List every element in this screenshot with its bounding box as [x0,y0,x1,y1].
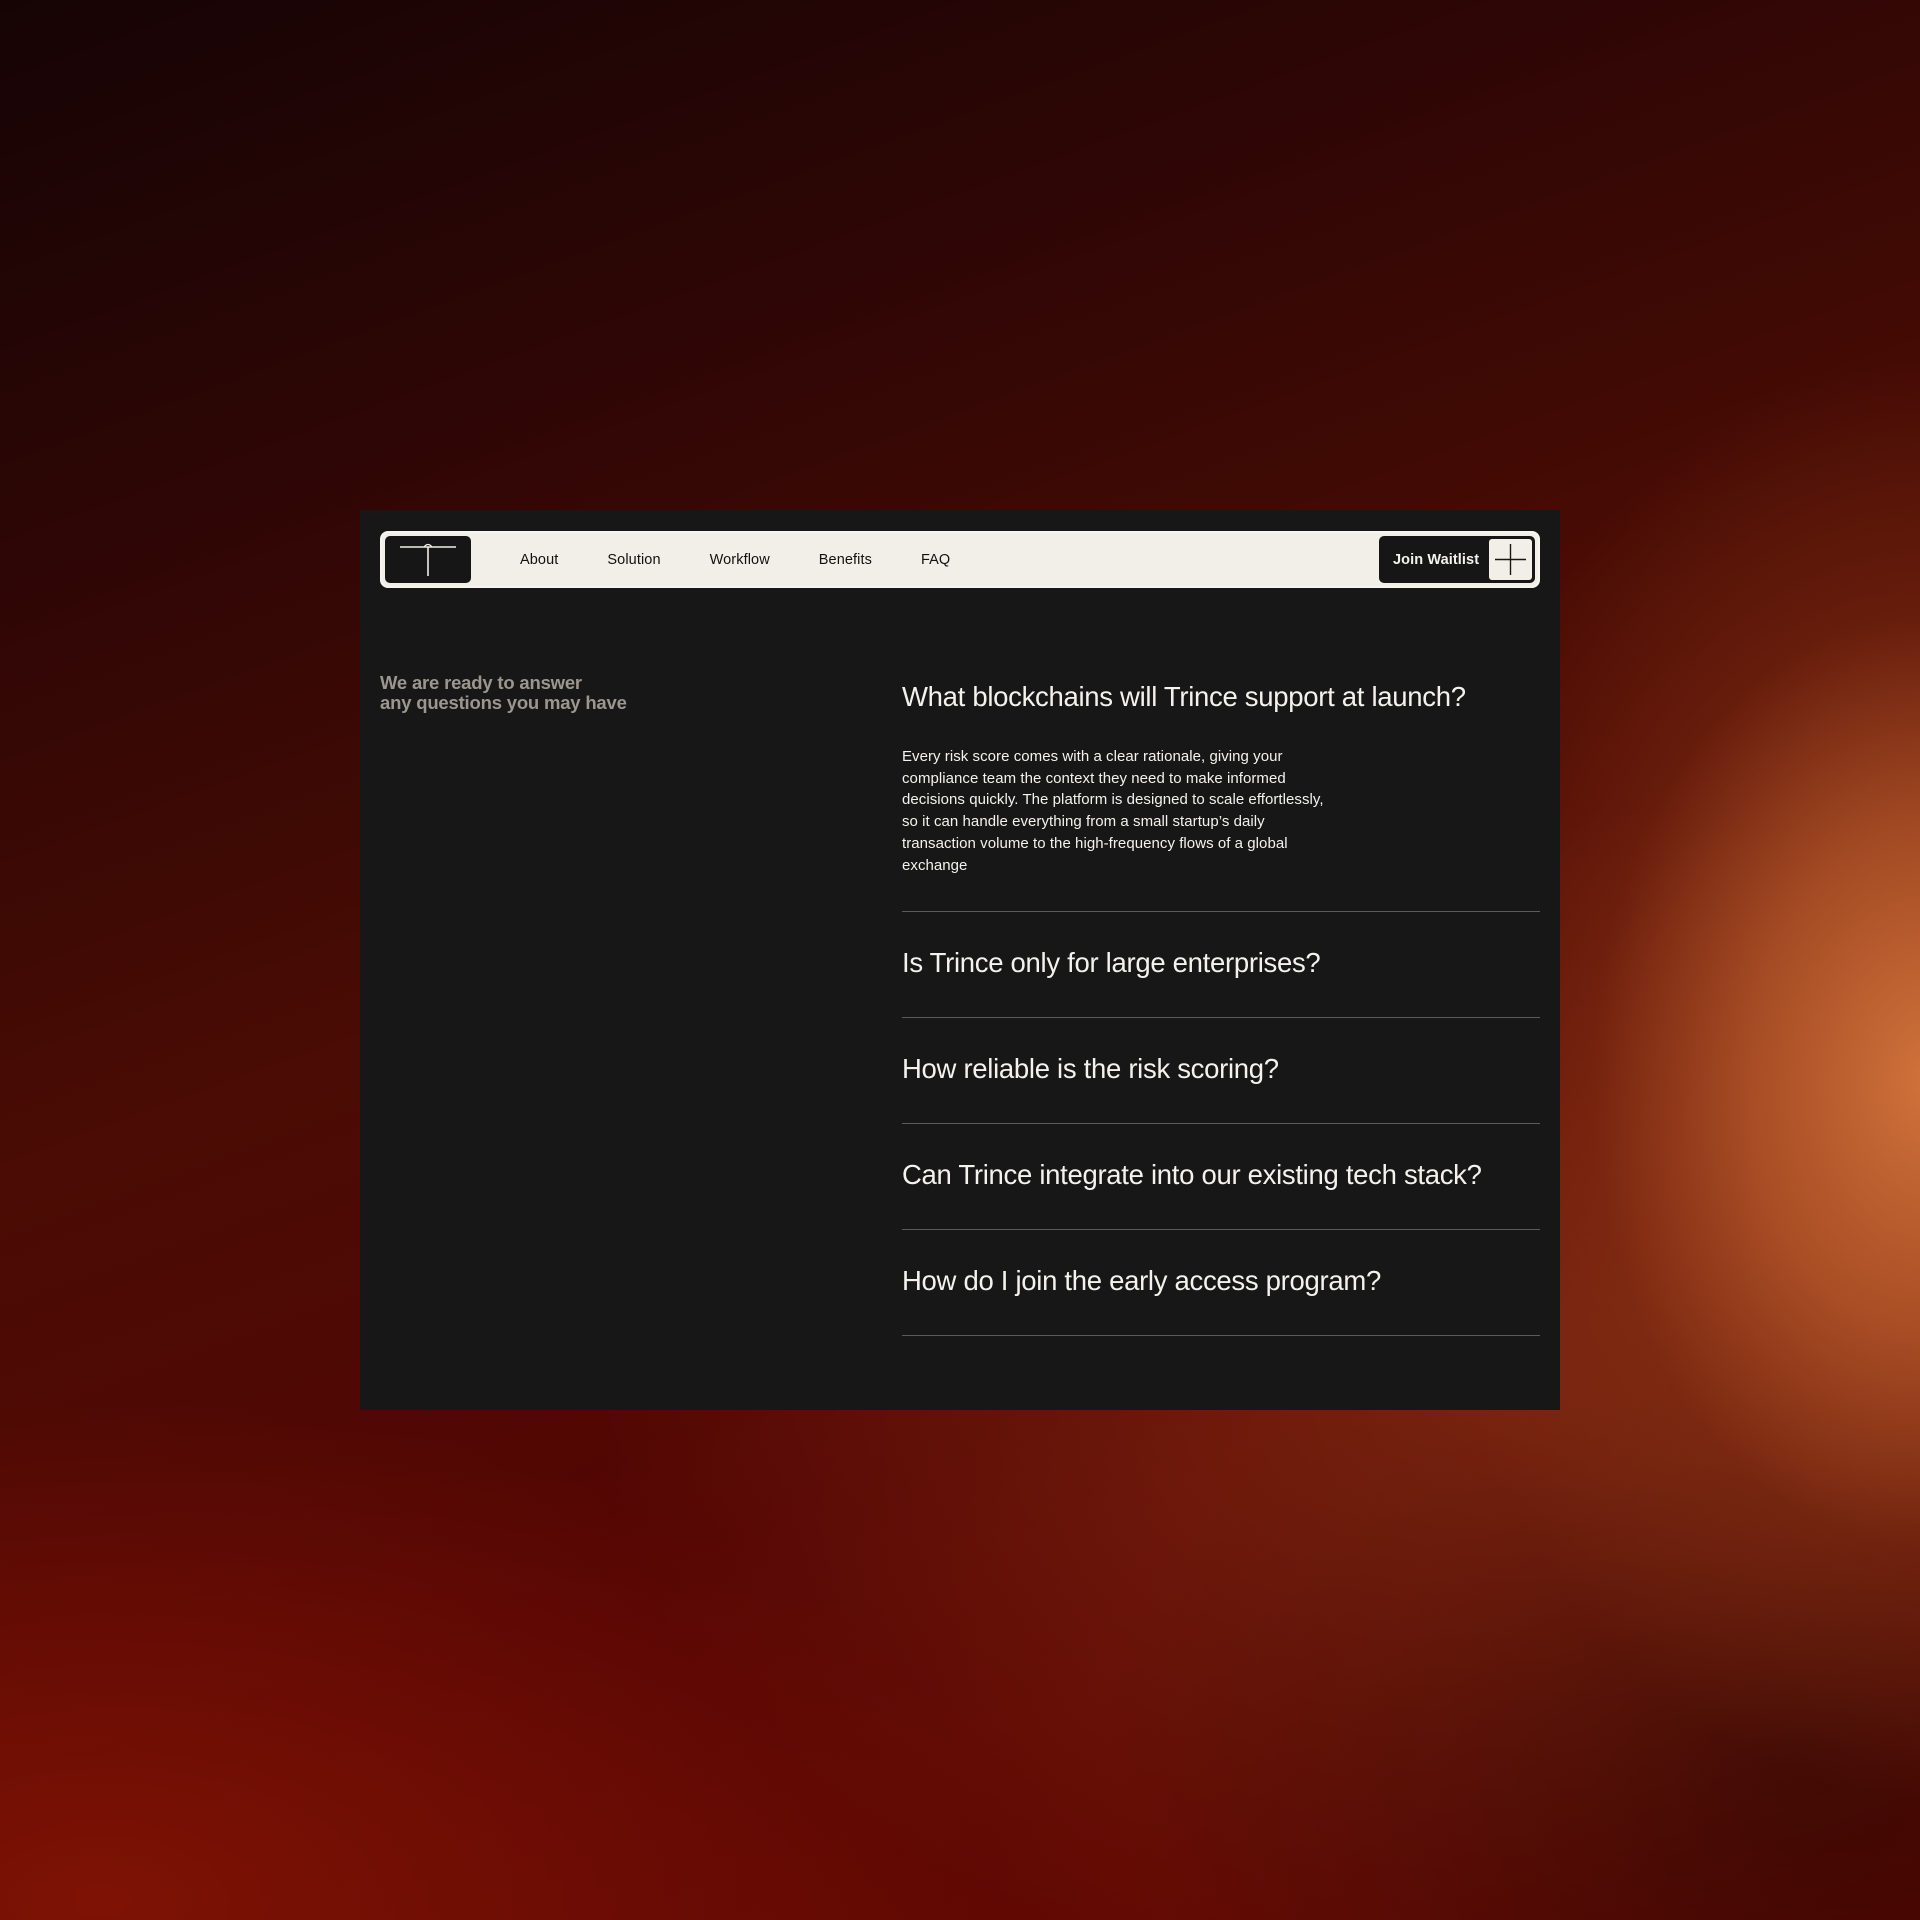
faq-intro-line-1: We are ready to answer [380,672,582,693]
t-bar-logo-icon [400,543,456,576]
nav-link-solution[interactable]: Solution [607,552,660,568]
faq-question: How do I join the early access program? [902,1265,1381,1297]
faq-section-panel: About Solution Workflow Benefits FAQ Joi… [360,510,1560,1410]
faq-intro-line-2: any questions you may have [380,692,627,713]
faq-item[interactable]: How do I join the early access program? [902,1230,1540,1337]
join-waitlist-icon-box [1489,539,1532,580]
nav-link-workflow[interactable]: Workflow [710,552,770,568]
faq-question: Can Trince integrate into our existing t… [902,1159,1482,1191]
faq-item[interactable]: How reliable is the risk scoring? [902,1018,1540,1125]
crosshair-plus-icon [1495,544,1526,575]
faq-question: How reliable is the risk scoring? [902,1053,1279,1085]
join-waitlist-button[interactable]: Join Waitlist [1379,536,1535,583]
nav-link-benefits[interactable]: Benefits [819,552,872,568]
faq-accordion: What blockchains will Trince support at … [902,670,1540,1337]
faq-intro-text: We are ready to answer any questions you… [380,673,680,713]
top-navbar: About Solution Workflow Benefits FAQ Joi… [380,531,1540,588]
faq-item[interactable]: Is Trince only for large enterprises? [902,912,1540,1019]
nav-links: About Solution Workflow Benefits FAQ [520,533,999,586]
nav-link-about[interactable]: About [520,552,558,568]
faq-question: What blockchains will Trince support at … [902,681,1466,712]
logo-button[interactable] [385,536,471,583]
faq-question: Is Trince only for large enterprises? [902,947,1321,979]
join-waitlist-label: Join Waitlist [1393,551,1480,568]
faq-item[interactable]: Can Trince integrate into our existing t… [902,1124,1540,1231]
nav-link-faq[interactable]: FAQ [921,552,950,568]
faq-answer: Every risk score comes with a clear rati… [902,748,1324,874]
faq-item-expanded[interactable]: What blockchains will Trince support at … [902,681,1540,913]
